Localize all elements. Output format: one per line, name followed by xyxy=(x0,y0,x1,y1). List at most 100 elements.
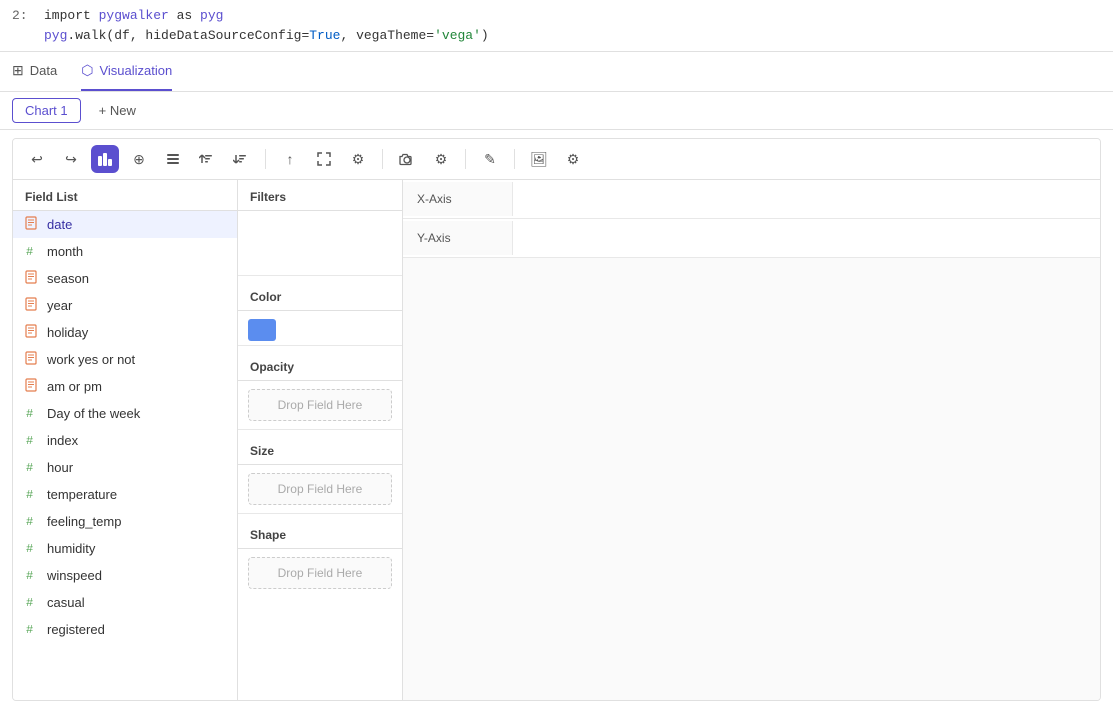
toolbar-separator-1 xyxy=(265,149,266,169)
shape-drop-zone[interactable]: Drop Field Here xyxy=(248,557,392,589)
field-type-icon xyxy=(25,351,39,368)
code-block: 2: import pygwalker as pyg pyg.walk(df, … xyxy=(0,0,1113,52)
field-item-month[interactable]: # month xyxy=(13,238,237,265)
field-type-icon xyxy=(25,324,39,341)
main-tabs: ⊞ Data ⬡ Visualization xyxy=(0,52,1113,92)
field-type-icon xyxy=(25,297,39,314)
x-axis-row: X-Axis xyxy=(403,180,1100,219)
field-type-icon: # xyxy=(25,621,39,638)
field-type-icon: # xyxy=(25,486,39,503)
size-drop-zone[interactable]: Drop Field Here xyxy=(248,473,392,505)
field-item-year[interactable]: year xyxy=(13,292,237,319)
field-item-hour[interactable]: # hour xyxy=(13,454,237,481)
field-name: Day of the week xyxy=(47,406,140,421)
redo-button[interactable]: ↪ xyxy=(57,145,85,173)
field-item-feeling_temp[interactable]: # feeling_temp xyxy=(13,508,237,535)
svg-text:#: # xyxy=(26,434,33,446)
visualization-icon: ⬡ xyxy=(81,62,93,79)
toolbar: ↩ ↪ ⊕ xyxy=(13,139,1100,180)
field-item-casual[interactable]: #casual xyxy=(13,589,237,616)
field-item-registered[interactable]: # registered xyxy=(13,616,237,643)
code-text-1: import pygwalker as pyg xyxy=(44,6,223,26)
code-text-2: pyg.walk(df, hideDataSourceConfig=True, … xyxy=(44,26,489,46)
filters-header: Filters xyxy=(238,180,402,211)
field-item-date[interactable]: date xyxy=(13,211,237,238)
field-name: feeling_temp xyxy=(47,514,121,529)
svg-text:#: # xyxy=(26,623,33,635)
middle-panel: Filters Color Opacity Drop Field Here Si… xyxy=(238,180,403,700)
field-item-season[interactable]: season xyxy=(13,265,237,292)
divider-3 xyxy=(238,429,402,430)
field-item-work-yes-or-not[interactable]: work yes or not xyxy=(13,346,237,373)
divider-1 xyxy=(238,275,402,276)
sort-asc-button[interactable] xyxy=(193,145,221,173)
field-type-icon xyxy=(25,270,39,287)
expand-button[interactable] xyxy=(310,145,338,173)
toolbar-separator-2 xyxy=(382,149,383,169)
stack-button[interactable] xyxy=(159,145,187,173)
field-items-list: date # month season year holiday work yes or n… xyxy=(13,211,237,643)
line-number: 2: xyxy=(12,6,36,26)
field-name: date xyxy=(47,217,72,232)
undo-button[interactable]: ↩ xyxy=(23,145,51,173)
svg-text:#: # xyxy=(26,461,33,473)
sort-desc-button[interactable] xyxy=(227,145,255,173)
new-chart-button[interactable]: + New xyxy=(89,99,146,122)
image-button[interactable]: 🖼 xyxy=(525,145,553,173)
up-button[interactable]: ↑ xyxy=(276,145,304,173)
field-name: year xyxy=(47,298,72,313)
y-axis-drop-zone[interactable] xyxy=(513,219,1100,257)
color-swatch[interactable] xyxy=(248,319,276,341)
chart-tab-1[interactable]: Chart 1 xyxy=(12,98,81,123)
more-button[interactable]: ⚙ xyxy=(559,145,587,173)
svg-text:#: # xyxy=(26,542,33,554)
field-item-temperature[interactable]: # temperature xyxy=(13,481,237,508)
svg-text:#: # xyxy=(26,596,33,608)
field-list-header: Field List xyxy=(13,180,237,211)
x-axis-drop-zone[interactable] xyxy=(513,180,1100,218)
mark-button[interactable]: ⊕ xyxy=(125,145,153,173)
svg-text:#: # xyxy=(26,488,33,500)
svg-text:#: # xyxy=(26,515,33,527)
tab-visualization[interactable]: ⬡ Visualization xyxy=(81,52,172,91)
data-icon: ⊞ xyxy=(12,62,24,79)
field-item-holiday[interactable]: holiday xyxy=(13,319,237,346)
main-container: ↩ ↪ ⊕ xyxy=(12,138,1101,701)
y-axis-label: Y-Axis xyxy=(403,221,513,255)
settings-button[interactable]: ⚙ xyxy=(344,145,372,173)
svg-text:#: # xyxy=(26,245,33,257)
field-item-am-or-pm[interactable]: am or pm xyxy=(13,373,237,400)
field-type-icon: # xyxy=(25,540,39,557)
field-name: humidity xyxy=(47,541,95,556)
field-item-winspeed[interactable]: # winspeed xyxy=(13,562,237,589)
field-item-humidity[interactable]: # humidity xyxy=(13,535,237,562)
opacity-drop-zone[interactable]: Drop Field Here xyxy=(248,389,392,421)
toolbar-separator-4 xyxy=(514,149,515,169)
field-name: index xyxy=(47,433,78,448)
field-name: winspeed xyxy=(47,568,102,583)
field-name: work yes or not xyxy=(47,352,135,367)
field-item-index[interactable]: # index xyxy=(13,427,237,454)
color-header: Color xyxy=(238,280,402,311)
field-type-icon: # xyxy=(25,513,39,530)
field-name: temperature xyxy=(47,487,117,502)
field-type-icon xyxy=(25,216,39,233)
chart-type-button[interactable] xyxy=(91,145,119,173)
field-type-icon: # xyxy=(25,459,39,476)
toolbar-separator-3 xyxy=(465,149,466,169)
field-type-icon: # xyxy=(25,594,39,611)
divider-2 xyxy=(238,345,402,346)
chart-tabs-bar: Chart 1 + New xyxy=(0,92,1113,130)
field-type-icon: # xyxy=(25,432,39,449)
brush-button[interactable]: ✎ xyxy=(476,145,504,173)
field-item-Day-of-the-week[interactable]: #Day of the week xyxy=(13,400,237,427)
camera-button[interactable] xyxy=(393,145,421,173)
field-type-icon xyxy=(25,378,39,395)
field-type-icon: # xyxy=(25,567,39,584)
settings2-button[interactable]: ⚙ xyxy=(427,145,455,173)
field-name: hour xyxy=(47,460,73,475)
field-name: month xyxy=(47,244,83,259)
svg-text:#: # xyxy=(26,569,33,581)
field-name: registered xyxy=(47,622,105,637)
tab-data[interactable]: ⊞ Data xyxy=(12,52,57,91)
